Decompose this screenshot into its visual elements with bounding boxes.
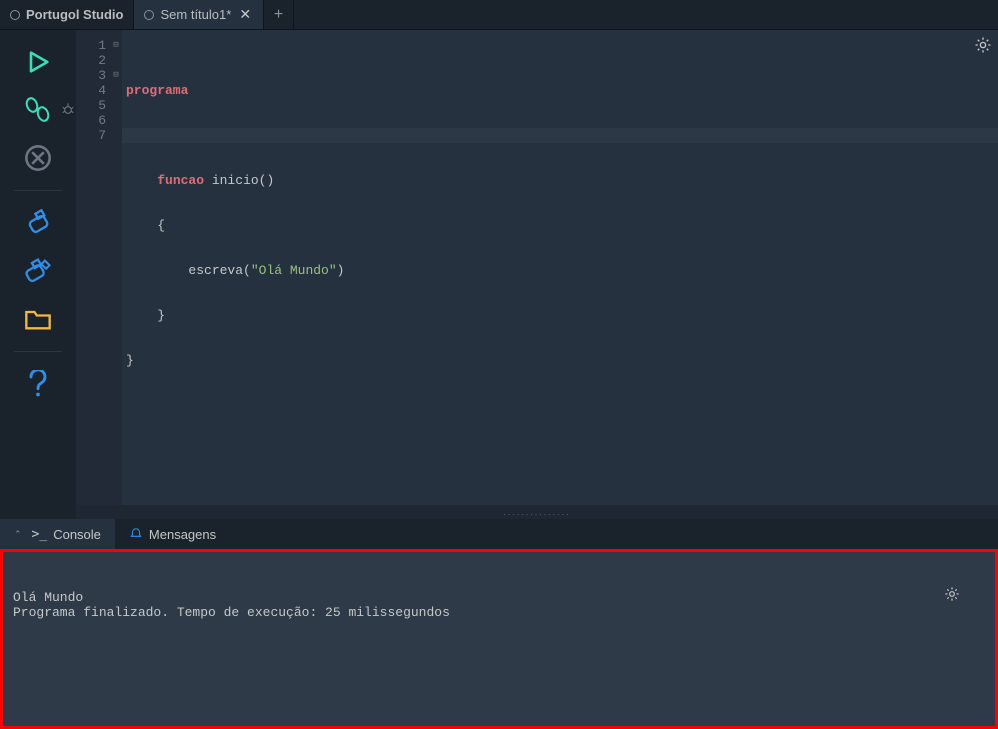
paren: ( [243,263,251,278]
sidebar-divider [14,190,62,191]
usb-icon [24,209,52,237]
help-icon [28,370,48,398]
brace: { [126,218,165,233]
main-area: 1 2 3 4 5 6 7 ⊟ ⊟ programa { [0,30,998,519]
bug-icon [60,102,76,118]
line-number: 4 [76,83,108,98]
gear-icon [944,586,960,602]
line-number: 5 [76,98,108,113]
fold-column: ⊟ ⊟ [110,30,122,505]
play-icon [24,48,52,76]
code-editor[interactable]: 1 2 3 4 5 6 7 ⊟ ⊟ programa { [76,30,998,505]
tab-file[interactable]: Sem título1* ✕ [134,0,264,29]
editor: 1 2 3 4 5 6 7 ⊟ ⊟ programa { [76,30,998,519]
tab-home-label: Portugol Studio [26,7,123,22]
function-call: escreva [188,263,243,278]
tab-messages-label: Mensagens [149,527,216,542]
usb-pencil-icon [23,257,53,285]
indent [126,263,188,278]
code-content[interactable]: programa { funcao inicio() { escreva("Ol… [122,30,998,505]
function-name: inicio [204,173,259,188]
console-output[interactable]: Olá Mundo Programa finalizado. Tempo de … [0,549,998,729]
bulb-icon [144,10,154,20]
line-number: 7 [76,128,108,143]
tab-console[interactable]: ⌃ >_ Console [0,519,115,549]
line-number: 6 [76,113,108,128]
save-button[interactable] [14,201,62,245]
line-number: 2 [76,53,108,68]
current-line-highlight [122,128,998,143]
folder-icon [24,307,52,331]
console-settings-button[interactable] [944,556,991,632]
bell-icon [129,527,143,541]
panel-splitter[interactable]: ............... [76,505,998,519]
close-icon[interactable]: ✕ [237,6,253,23]
line-gutter: 1 2 3 4 5 6 7 [76,30,110,505]
stop-button[interactable] [14,136,62,180]
gear-icon [974,36,992,54]
bottom-panel: ⌃ >_ Console Mensagens Olá Mundo Program… [0,519,998,729]
line-number: 1 [76,38,108,53]
chevron-up-icon: ⌃ [14,529,22,540]
prompt-icon: >_ [32,527,48,542]
bulb-icon [10,10,20,20]
keyword: programa [126,83,188,98]
open-button[interactable] [14,297,62,341]
splitter-dots: ............... [503,507,571,517]
brace: } [126,353,134,368]
console-line: Olá Mundo [13,590,83,605]
fold-marker[interactable]: ⊟ [110,38,122,53]
tab-messages[interactable]: Mensagens [115,519,230,549]
parens: () [259,173,275,188]
footprints-icon [23,97,53,123]
help-button[interactable] [14,362,62,406]
keyword: funcao [157,173,204,188]
line-number: 3 [76,68,108,83]
fold-marker[interactable]: ⊟ [110,68,122,83]
tab-console-label: Console [53,527,101,542]
brace: } [126,308,165,323]
save-as-button[interactable] [14,249,62,293]
stop-icon [24,144,52,172]
sidebar-divider [14,351,62,352]
debug-button[interactable] [14,88,62,132]
tab-new[interactable]: + [264,0,294,29]
tab-bar: Portugol Studio Sem título1* ✕ + [0,0,998,30]
tab-file-label: Sem título1* [160,7,231,22]
console-line: Programa finalizado. Tempo de execução: … [13,605,450,620]
bottom-tab-bar: ⌃ >_ Console Mensagens [0,519,998,549]
sidebar [0,30,76,519]
paren: ) [337,263,345,278]
run-button[interactable] [14,40,62,84]
string-literal: "Olá Mundo" [251,263,337,278]
editor-settings-button[interactable] [974,36,992,54]
tab-home[interactable]: Portugol Studio [0,0,134,29]
